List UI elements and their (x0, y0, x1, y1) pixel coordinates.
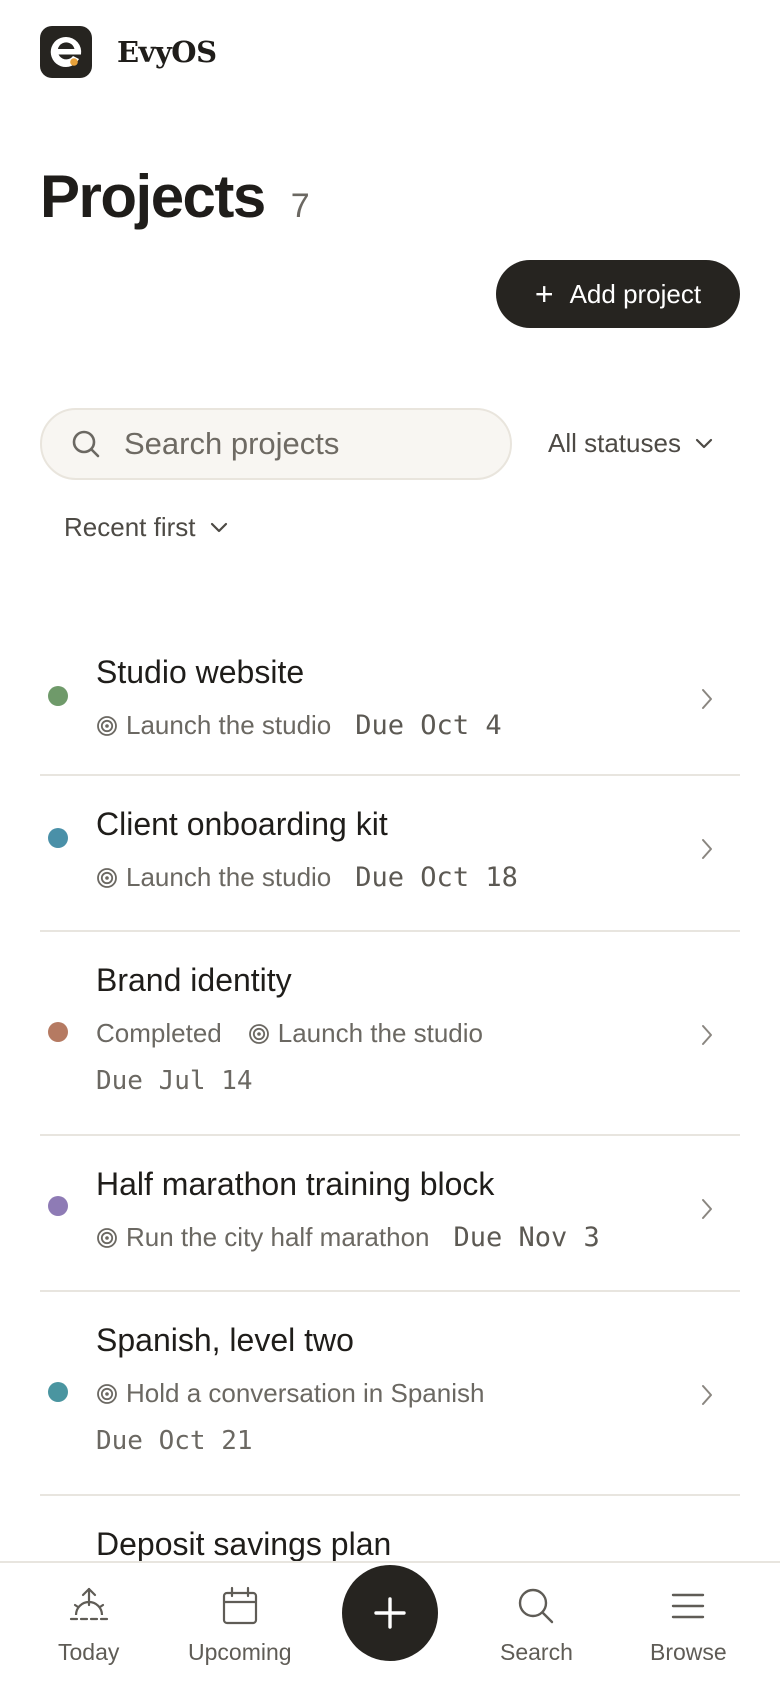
search-bar[interactable] (40, 408, 512, 480)
status-filter-label: All statuses (548, 428, 681, 458)
project-color-dot (48, 686, 68, 706)
search-icon (72, 430, 100, 458)
project-name: Deposit savings plan (96, 1526, 392, 1562)
project-goal-label: Run the city half marathon (126, 1222, 430, 1252)
project-goal-label: Launch the studio (277, 1018, 484, 1048)
nav-browse-label: Browse (650, 1639, 727, 1665)
target-icon (97, 715, 117, 736)
app-logo-icon[interactable] (40, 26, 92, 78)
search-icon (519, 1588, 554, 1624)
project-list: Studio website Launch the studio Due Oct… (40, 640, 740, 1652)
project-goal: Launch the studio (248, 1018, 483, 1049)
chevron-down-icon (210, 522, 227, 532)
status-filter-dropdown[interactable]: All statuses (548, 428, 713, 459)
chevron-right-icon (702, 1025, 712, 1045)
page-title-row: Projects 7 (40, 162, 310, 231)
project-row[interactable]: Half marathon training block Run the cit… (40, 1136, 740, 1292)
project-color-dot (48, 1022, 68, 1042)
project-count: 7 (290, 187, 310, 225)
nav-upcoming-label: Upcoming (188, 1639, 292, 1665)
project-color-dot (48, 828, 68, 848)
project-goal-label: Launch the studio (126, 710, 332, 740)
target-icon (248, 1023, 269, 1044)
project-due: Due Oct 21 (96, 1426, 253, 1456)
sunrise-icon (69, 1587, 108, 1621)
add-project-button[interactable]: + Add project (496, 260, 740, 328)
chevron-down-icon (695, 438, 713, 448)
sort-label: Recent first (64, 512, 196, 542)
project-meta: Launch the studio Due Oct 18 (96, 862, 518, 893)
nav-today[interactable]: Today (58, 1585, 119, 1666)
nav-search[interactable]: Search (500, 1585, 573, 1666)
project-name: Spanish, level two (96, 1322, 354, 1358)
project-goal-label: Launch the studio (126, 862, 332, 892)
project-meta: Hold a conversation in Spanish (96, 1378, 484, 1409)
project-name: Brand identity (96, 962, 292, 998)
project-name: Client onboarding kit (96, 806, 388, 842)
nav-browse[interactable]: Browse (650, 1585, 727, 1666)
project-name: Studio website (96, 654, 305, 690)
nav-upcoming[interactable]: Upcoming (188, 1585, 292, 1666)
project-meta: Run the city half marathon Due Nov 3 (96, 1222, 600, 1253)
project-meta: Completed Launch the studio (96, 1018, 483, 1049)
project-due: Due Oct 4 (355, 710, 502, 741)
search-input[interactable] (124, 426, 484, 462)
project-row[interactable]: Client onboarding kit Launch the studio … (40, 776, 740, 932)
chevron-right-icon (702, 1385, 712, 1405)
nav-today-label: Today (58, 1639, 120, 1665)
project-due: Due Jul 14 (96, 1066, 253, 1096)
sort-dropdown[interactable]: Recent first (64, 512, 228, 543)
chevron-right-icon (702, 689, 712, 709)
project-due: Due Oct 18 (355, 862, 518, 893)
project-goal-label: Hold a conversation in Spanish (126, 1378, 485, 1408)
project-name: Half marathon training block (96, 1166, 495, 1202)
plus-icon (374, 1597, 406, 1629)
nav-search-label: Search (500, 1639, 573, 1665)
project-goal: Hold a conversation in Spanish (96, 1378, 484, 1409)
project-meta: Launch the studio Due Oct 4 (96, 710, 502, 741)
project-row[interactable]: Spanish, level two Hold a conversation i… (40, 1292, 740, 1496)
menu-icon (672, 1593, 705, 1619)
target-icon (97, 867, 117, 888)
chevron-right-icon (702, 839, 712, 859)
plus-icon: + (534, 276, 554, 312)
project-row[interactable]: Brand identity Completed Launch the stud… (40, 932, 740, 1136)
project-status: Completed (96, 1018, 222, 1048)
project-goal: Launch the studio (96, 710, 331, 741)
quick-add-button[interactable] (342, 1565, 438, 1661)
target-icon (97, 1227, 117, 1248)
target-icon (97, 1383, 117, 1404)
project-goal: Launch the studio (96, 862, 331, 893)
project-row[interactable]: Studio website Launch the studio Due Oct… (40, 640, 740, 776)
chevron-right-icon (702, 1199, 712, 1219)
add-project-label: Add project (569, 278, 702, 309)
calendar-icon (222, 1586, 257, 1625)
page-title: Projects (40, 163, 266, 230)
app-header: EvyOS (40, 26, 217, 78)
project-due: Due Nov 3 (453, 1222, 600, 1253)
brand-name: EvyOS (117, 35, 217, 69)
project-goal: Run the city half marathon (96, 1222, 430, 1253)
project-color-dot (48, 1382, 68, 1402)
project-color-dot (48, 1196, 68, 1216)
